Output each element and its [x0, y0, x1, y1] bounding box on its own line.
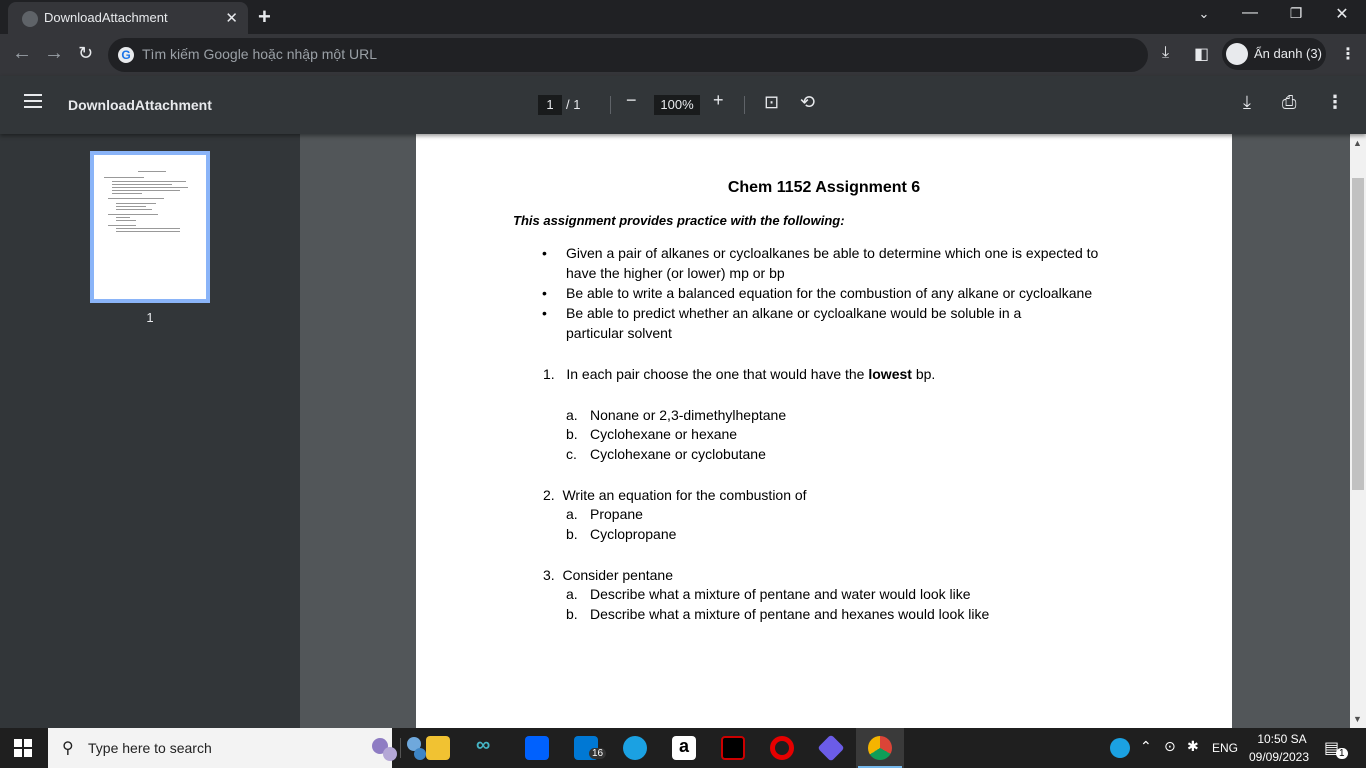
thumbnail-label: 1	[146, 310, 154, 325]
search-highlight-icon	[372, 737, 426, 761]
reload-icon[interactable]: ↻	[78, 43, 93, 64]
tab-search-icon[interactable]: ⌄	[1184, 6, 1224, 22]
browser-tab[interactable]: DownloadAttachment ✕	[8, 2, 248, 34]
forward-icon[interactable]: →	[44, 42, 64, 65]
list-item: c. Cyclohexane or cyclobutane	[566, 446, 766, 462]
scrollbar[interactable]: ▲ ▼	[1350, 134, 1366, 728]
rotate-icon[interactable]: ⟲	[800, 92, 815, 113]
close-window-button[interactable]: ✕	[1322, 4, 1362, 24]
browser-menu-icon[interactable]: ⋮	[1340, 44, 1356, 64]
list-item: a. Describe what a mixture of pentane and…	[566, 586, 971, 602]
incognito-icon	[1226, 43, 1248, 65]
arduino-icon[interactable]: ∞	[476, 734, 500, 758]
bullet-item: Be able to write a balanced equation for…	[542, 283, 1126, 303]
print-icon[interactable]: ⎙	[1282, 92, 1296, 113]
chevron-up-icon[interactable]: ⌃	[1140, 738, 1152, 755]
list-item: b. Cyclohexane or hexane	[566, 426, 738, 442]
scroll-up-icon[interactable]: ▲	[1353, 138, 1362, 148]
incognito-badge[interactable]: Ẩn danh (3)	[1222, 38, 1326, 70]
bullet-item: Be able to predict whether an alkane or …	[542, 303, 1066, 343]
question-3: 3. Consider pentane	[543, 567, 673, 583]
close-tab-icon[interactable]: ✕	[225, 9, 238, 27]
new-tab-button[interactable]: +	[258, 4, 271, 30]
download-pdf-icon[interactable]: ⤓	[1243, 92, 1251, 113]
file-explorer-icon[interactable]	[426, 736, 450, 760]
side-panel-icon[interactable]: ◧	[1194, 44, 1209, 64]
taskbar: ⚲ Type here to search ∞ 16 a ⌃ ⊙ ✱ ENG 1…	[0, 728, 1366, 768]
divider	[610, 96, 611, 114]
dropbox-tray-icon[interactable]: ✱	[1187, 738, 1199, 755]
list-item: a. Nonane or 2,3-dimethylheptane	[566, 407, 787, 423]
pdf-title: DownloadAttachment	[68, 97, 212, 113]
pdf-toolbar: DownloadAttachment 1 / 1 − 100% + ⊡ ⟲ ⤓ …	[0, 76, 1366, 134]
windows-start-icon[interactable]	[14, 739, 32, 757]
restore-button[interactable]: ❐	[1276, 5, 1316, 22]
clock-time[interactable]: 10:50 SA	[1252, 732, 1312, 746]
incognito-label: Ẩn danh (3)	[1254, 46, 1322, 61]
language-indicator[interactable]: ENG	[1212, 741, 1238, 755]
list-item: a. Propane	[566, 506, 643, 522]
opera-icon[interactable]	[770, 736, 794, 760]
document-title: Chem 1152 Assignment 6	[727, 179, 921, 196]
tab-strip: DownloadAttachment ✕ + ⌄ — ❐ ✕	[0, 0, 1366, 34]
menu-icon[interactable]	[24, 94, 42, 112]
browser-toolbar: ← → ↻ G Tìm kiếm Google hoặc nhập một UR…	[0, 34, 1366, 76]
garena-icon[interactable]	[721, 736, 745, 760]
mail-badge: 16	[589, 748, 607, 759]
page-number-input[interactable]: 1	[538, 95, 562, 115]
more-actions-icon[interactable]: ⋮	[1326, 92, 1344, 113]
dropbox-icon[interactable]	[525, 736, 549, 760]
back-icon[interactable]: ←	[12, 42, 32, 65]
teamviewer-icon[interactable]	[623, 736, 647, 760]
pdf-page: Chem 1152 Assignment 6 This assignment p…	[416, 134, 1232, 728]
download-icon[interactable]: ⤓	[1162, 44, 1169, 62]
fit-page-icon[interactable]: ⊡	[764, 92, 779, 113]
copilot-icon[interactable]	[817, 734, 845, 762]
zoom-out-icon[interactable]: −	[626, 90, 637, 111]
total-pages: / 1	[566, 97, 581, 112]
pdf-viewer: Chem 1152 Assignment 6 This assignment p…	[300, 134, 1350, 728]
zoom-in-icon[interactable]: +	[713, 90, 724, 111]
document-intro: This assignment provides practice with t…	[513, 213, 845, 228]
scrollbar-thumb[interactable]	[1352, 178, 1364, 490]
bullet-item: Given a pair of alkanes or cycloalkanes …	[542, 243, 1126, 283]
notification-badge: 1	[1336, 748, 1348, 759]
thumbnail-sidebar: 1	[0, 134, 300, 728]
tab-title: DownloadAttachment	[44, 10, 168, 25]
search-placeholder: Type here to search	[88, 740, 212, 756]
chrome-icon[interactable]	[868, 736, 892, 760]
address-bar-placeholder: Tìm kiếm Google hoặc nhập một URL	[142, 46, 377, 62]
question-1: 1. In each pair choose the one that woul…	[543, 366, 936, 382]
address-bar[interactable]: G Tìm kiếm Google hoặc nhập một URL	[108, 38, 1148, 72]
page-thumbnail[interactable]	[90, 151, 210, 303]
clock-date[interactable]: 09/09/2023	[1246, 750, 1312, 764]
list-item: b. Cyclopropane	[566, 526, 677, 542]
globe-icon	[22, 11, 38, 27]
scroll-down-icon[interactable]: ▼	[1353, 714, 1362, 724]
help-icon[interactable]	[1110, 738, 1130, 758]
zoom-input[interactable]: 100%	[654, 95, 700, 115]
minimize-button[interactable]: —	[1230, 4, 1270, 22]
question-2: 2. Write an equation for the combustion …	[543, 487, 807, 503]
network-icon[interactable]: ⊙	[1164, 738, 1176, 755]
google-icon: G	[118, 47, 134, 63]
search-icon: ⚲	[62, 740, 74, 757]
list-item: b. Describe what a mixture of pentane and…	[566, 606, 990, 622]
amazon-icon[interactable]: a	[672, 736, 696, 760]
divider	[744, 96, 745, 114]
taskbar-search[interactable]: ⚲ Type here to search	[48, 728, 426, 768]
